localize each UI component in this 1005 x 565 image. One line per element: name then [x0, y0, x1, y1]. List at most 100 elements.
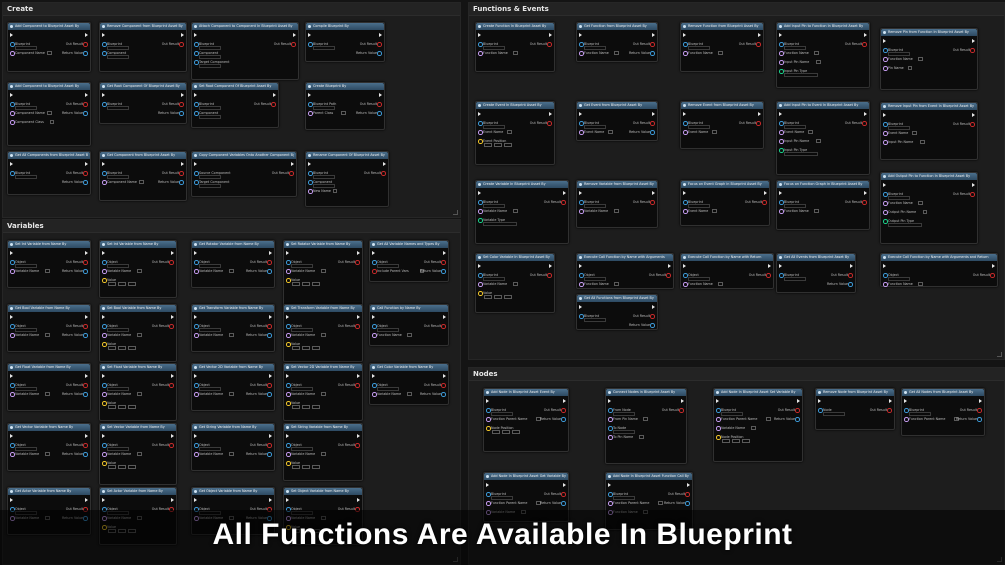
input-pin[interactable]	[10, 51, 15, 56]
pin-value-field[interactable]	[321, 391, 326, 396]
input-pin[interactable]	[478, 121, 483, 126]
exec-out-pin[interactable]	[85, 374, 88, 378]
blueprint-node[interactable]: Get Color Variable from Name By Object Var…	[369, 363, 449, 405]
blueprint-node[interactable]: Get All Components from Blueprint Asset …	[7, 151, 91, 195]
exec-out-pin[interactable]	[379, 93, 382, 97]
output-pin[interactable]	[169, 383, 174, 388]
exec-in-pin[interactable]	[883, 39, 886, 43]
pin-value-field[interactable]	[45, 268, 50, 273]
input-pin[interactable]	[883, 219, 888, 224]
input-pin[interactable]	[102, 102, 107, 107]
output-pin[interactable]	[83, 392, 88, 397]
input-pin[interactable]	[486, 426, 491, 431]
blueprint-node[interactable]: Get Vector 2D Variable from Name By Objec…	[191, 363, 275, 411]
input-pin[interactable]	[883, 66, 888, 71]
blueprint-node[interactable]: Set Rotator Variable from Name By Object V…	[283, 240, 363, 306]
vector-component-field[interactable]	[128, 345, 136, 351]
blueprint-node[interactable]: Call Function by Name By Object Function N…	[369, 304, 449, 346]
input-pin[interactable]	[904, 417, 909, 422]
asset-picker[interactable]	[107, 263, 129, 269]
exec-in-pin[interactable]	[10, 315, 13, 319]
pin-value-field[interactable]	[137, 451, 142, 456]
blueprint-node[interactable]: Focus on Event Graph in Blueprint Asset …	[680, 180, 770, 226]
blueprint-node[interactable]: Remove Component from Blueprint Asset By…	[99, 22, 187, 72]
input-pin[interactable]	[308, 42, 313, 47]
pin-value-field[interactable]	[407, 391, 412, 396]
exec-in-pin[interactable]	[904, 399, 907, 403]
pin-value-field[interactable]	[139, 179, 144, 184]
exec-out-pin[interactable]	[563, 399, 566, 403]
asset-picker[interactable]	[199, 63, 221, 69]
vector-component-field[interactable]	[108, 345, 116, 351]
input-pin[interactable]	[716, 417, 721, 422]
output-pin[interactable]	[83, 452, 88, 457]
output-pin[interactable]	[271, 102, 276, 107]
asset-picker[interactable]	[784, 124, 806, 130]
input-pin[interactable]	[478, 209, 483, 214]
asset-picker[interactable]	[107, 327, 129, 333]
output-pin[interactable]	[441, 383, 446, 388]
exec-in-pin[interactable]	[286, 498, 289, 502]
pin-value-field[interactable]	[718, 50, 723, 55]
input-pin[interactable]	[883, 201, 888, 206]
input-pin[interactable]	[308, 111, 313, 116]
exec-in-pin[interactable]	[10, 93, 13, 97]
asset-picker[interactable]	[107, 54, 129, 60]
output-pin[interactable]	[291, 42, 296, 47]
exec-out-pin[interactable]	[273, 93, 276, 97]
pin-value-field[interactable]	[45, 391, 50, 396]
input-pin[interactable]	[194, 443, 199, 448]
input-pin[interactable]	[194, 333, 199, 338]
pin-value-field[interactable]	[137, 391, 142, 396]
input-pin[interactable]	[102, 278, 107, 283]
blueprint-node[interactable]: Copy Component Variables Onto Another Co…	[191, 151, 297, 197]
exec-in-pin[interactable]	[194, 93, 197, 97]
asset-picker[interactable]	[199, 174, 221, 180]
asset-picker[interactable]	[313, 45, 335, 51]
asset-picker[interactable]	[584, 124, 606, 130]
blueprint-node[interactable]: Set Float Variable from Name By Object Var…	[99, 363, 177, 421]
output-pin[interactable]	[267, 260, 272, 265]
vector-component-field[interactable]	[312, 281, 320, 287]
blueprint-node[interactable]: Remove Event from Blueprint Asset By Blue…	[680, 101, 764, 149]
input-pin[interactable]	[308, 171, 313, 176]
input-pin[interactable]	[486, 417, 491, 422]
vector-component-field[interactable]	[722, 438, 730, 444]
exec-in-pin[interactable]	[194, 498, 197, 502]
output-pin[interactable]	[83, 269, 88, 274]
pin-value-field[interactable]	[907, 65, 913, 70]
exec-out-pin[interactable]	[171, 374, 174, 378]
vector-component-field[interactable]	[292, 345, 300, 351]
input-pin[interactable]	[779, 69, 784, 74]
exec-in-pin[interactable]	[372, 315, 375, 319]
input-pin[interactable]	[779, 130, 784, 135]
exec-out-pin[interactable]	[768, 264, 771, 268]
blueprint-node[interactable]: Set Vector 2D Variable from Name By Objec…	[283, 363, 363, 421]
pin-value-field[interactable]	[137, 268, 142, 273]
asset-picker[interactable]	[584, 45, 606, 51]
asset-picker[interactable]	[313, 105, 335, 111]
input-pin[interactable]	[716, 435, 721, 440]
exec-out-pin[interactable]	[171, 251, 174, 255]
output-pin[interactable]	[377, 42, 382, 47]
vector-component-field[interactable]	[292, 464, 300, 470]
exec-out-pin[interactable]	[549, 112, 552, 116]
input-pin[interactable]	[683, 130, 688, 135]
exec-in-pin[interactable]	[102, 162, 105, 166]
pin-value-field[interactable]	[922, 209, 927, 214]
blueprint-node[interactable]: Remove Node from Blueprint Asset By Node O…	[815, 388, 895, 430]
exec-in-pin[interactable]	[10, 498, 13, 502]
exec-out-pin[interactable]	[293, 33, 296, 37]
output-pin[interactable]	[169, 260, 174, 265]
input-pin[interactable]	[102, 443, 107, 448]
input-pin[interactable]	[883, 282, 888, 287]
output-pin[interactable]	[650, 121, 655, 126]
output-pin[interactable]	[355, 443, 360, 448]
input-pin[interactable]	[102, 461, 107, 466]
exec-in-pin[interactable]	[779, 112, 782, 116]
asset-picker[interactable]	[584, 317, 606, 323]
blueprint-node[interactable]: Get Float Variable from Name By Object Var…	[7, 363, 91, 411]
asset-picker[interactable]	[491, 495, 513, 501]
vector-component-field[interactable]	[108, 281, 116, 287]
exec-in-pin[interactable]	[372, 374, 375, 378]
